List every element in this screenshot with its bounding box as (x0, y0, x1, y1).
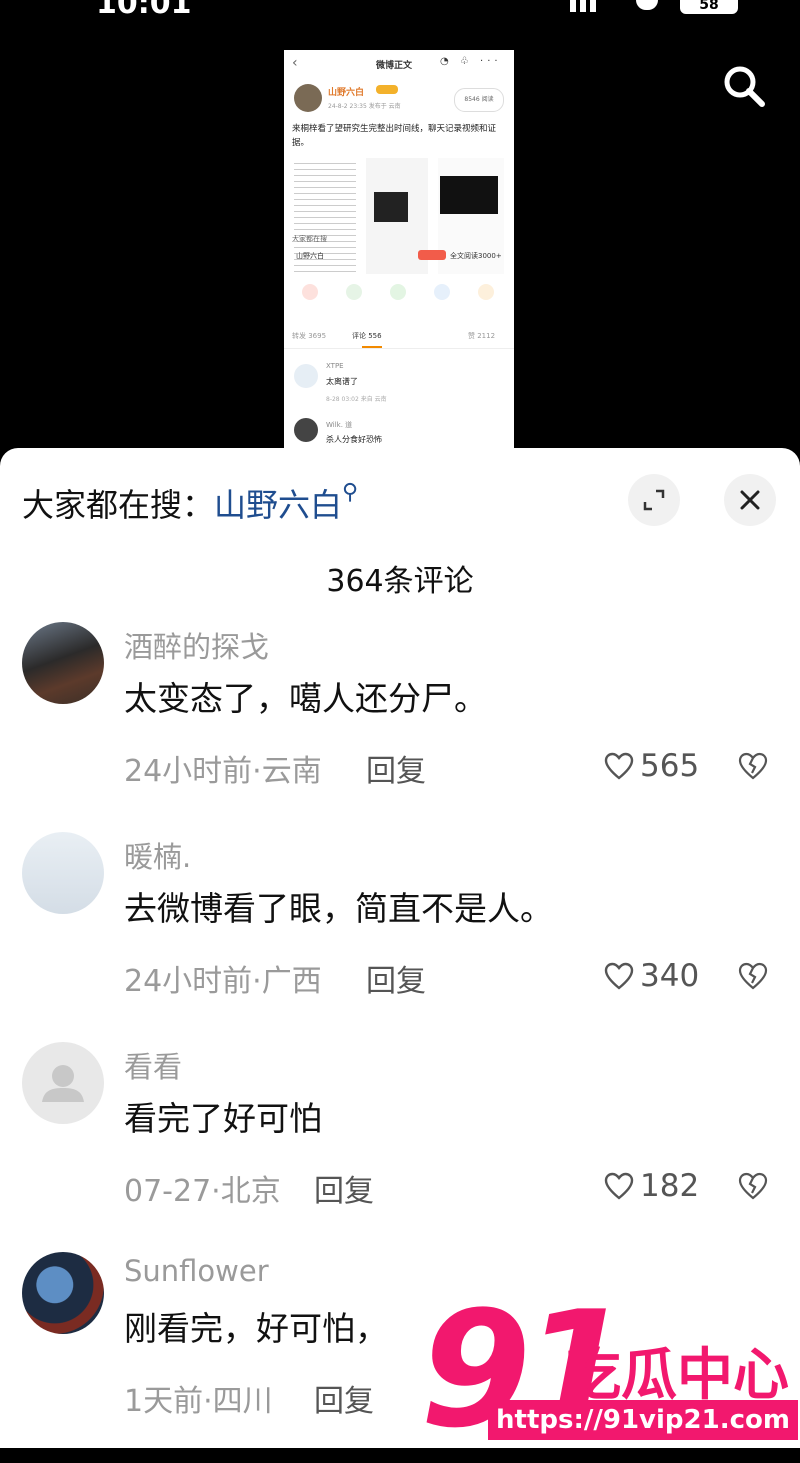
heart-icon (604, 962, 634, 990)
search-suggestion-label: 大家都在搜： (22, 486, 215, 524)
avatar[interactable] (22, 1252, 104, 1334)
embedded-search-count: 全文阅读3000+ (450, 252, 502, 260)
vip-badge (376, 85, 398, 94)
tab-repost: 转发 3695 (292, 332, 327, 340)
embedded-comment-text: 杀人分食好恐怖 (326, 435, 382, 444)
avatar[interactable] (22, 622, 104, 704)
hot-tag (418, 250, 446, 260)
reply-button[interactable]: 回复 (314, 1166, 374, 1210)
close-icon (740, 490, 760, 510)
like-count: 182 (640, 1168, 700, 1204)
video-frame-screenshot[interactable]: ‹ 微博正文 ◔ ♧ ··· 山野六白 24-8-2 23:35 发布于 云南 … (284, 50, 514, 450)
embedded-comment-name: XTPE (326, 362, 344, 370)
embedded-comment-avatar (294, 364, 318, 388)
tab-comments: 评论 556 (352, 332, 382, 340)
broken-heart-icon (738, 962, 768, 990)
reply-button[interactable]: 回复 (314, 1376, 374, 1420)
comment-count: 364条评论 (326, 564, 474, 599)
embedded-tabs: 转发 3695 评论 556 赞 2112 (284, 328, 514, 349)
embedded-header: ‹ 微博正文 ◔ ♧ ··· (284, 50, 514, 76)
embedded-username: 山野六白 (328, 88, 365, 98)
expand-icon (643, 489, 665, 511)
reply-button[interactable]: 回复 (366, 746, 426, 790)
embedded-title: 微博正文 (376, 61, 413, 71)
back-icon: ‹ (292, 55, 298, 71)
comment-item: 看看 看完了好可怕 07-27·北京 回复 182 (0, 1042, 800, 1252)
search-suggestion-keyword[interactable]: 山野六白 (214, 486, 342, 524)
comment-username[interactable]: 暖楠. (124, 834, 191, 876)
status-bar: 10:01 58 (0, 0, 800, 16)
comment-text: 看完了好可怕 (124, 1099, 322, 1138)
search-icon (724, 66, 765, 107)
embedded-read-count: 8546 阅读 (454, 88, 504, 112)
dislike-button[interactable] (738, 752, 768, 784)
comment-meta: 24小时前·云南 (124, 754, 322, 789)
dislike-button[interactable] (738, 962, 768, 994)
comment-username[interactable]: Sunflower (124, 1254, 269, 1288)
embedded-comment-text: 太离谱了 (326, 377, 358, 386)
broken-heart-icon (738, 752, 768, 780)
like-button[interactable]: 340 (604, 958, 699, 994)
more-icon: ◔ ♧ ··· (440, 56, 502, 67)
comment-text: 去微博看了眼，简直不是人。 (124, 889, 553, 928)
avatar[interactable] (22, 1042, 104, 1124)
embedded-comment-name: Wilk. 道 (326, 421, 353, 429)
like-button[interactable]: 565 (604, 748, 699, 784)
comment-text: 太变态了，噶人还分尸。 (124, 679, 487, 718)
watermark-text: 吃瓜中心 (565, 1343, 789, 1408)
search-icon: ⚲ (342, 480, 359, 505)
default-avatar-icon (42, 1065, 84, 1102)
embedded-search-hint: 大家都在搜 (292, 235, 327, 243)
embedded-share-icons (302, 284, 502, 304)
comment-item: 暖楠. 去微博看了眼，简直不是人。 24小时前·广西 回复 340 (0, 832, 800, 1042)
reply-button[interactable]: 回复 (366, 956, 426, 1000)
embedded-comment-meta: 8-28 03:02 来自 云南 (326, 396, 387, 403)
comment-sheet: 大家都在搜：山野六白⚲ 364条评论 酒醉的探戈 太变态了，噶人还分尸。 24小… (0, 448, 800, 1448)
close-button[interactable] (724, 474, 776, 526)
like-count: 340 (640, 958, 700, 994)
comment-username[interactable]: 看看 (124, 1044, 182, 1086)
tab-underline (362, 346, 382, 348)
wifi-icon (636, 0, 658, 10)
avatar[interactable] (22, 832, 104, 914)
comment-item: 酒醉的探戈 太变态了，噶人还分尸。 24小时前·云南 回复 565 (0, 622, 800, 832)
embedded-search-keyword: 山野六白 (296, 252, 324, 260)
search-suggestion[interactable]: 大家都在搜：山野六白⚲ (22, 480, 358, 526)
like-count: 565 (640, 748, 700, 784)
like-button[interactable]: 182 (604, 1168, 699, 1204)
comment-username[interactable]: 酒醉的探戈 (124, 624, 269, 666)
search-button[interactable] (718, 60, 770, 112)
embedded-avatar (294, 84, 322, 112)
expand-button[interactable] (628, 474, 680, 526)
dislike-button[interactable] (738, 1172, 768, 1204)
embedded-comment-avatar (294, 418, 318, 442)
embedded-meta: 24-8-2 23:35 发布于 云南 (328, 103, 401, 110)
signal-icon (570, 0, 610, 12)
battery-icon: 58 (680, 0, 738, 14)
heart-icon (604, 752, 634, 780)
tab-likes: 赞 2112 (468, 332, 496, 340)
comment-meta: 07-27·北京 (124, 1174, 281, 1209)
comment-meta: 1天前·四川 (124, 1384, 273, 1419)
watermark-url: https://91vip21.com (488, 1400, 798, 1440)
comment-text: 刚看完，好可怕， (124, 1309, 388, 1348)
embedded-search-row: 山野六白 全文阅读3000+ (292, 248, 506, 266)
comment-meta: 24小时前·广西 (124, 964, 322, 999)
embedded-body: 来桐梓看了望研究生完整出时间线，聊天记录视频和证据。 (292, 124, 497, 148)
status-time: 10:01 (96, 0, 192, 16)
broken-heart-icon (738, 1172, 768, 1200)
heart-icon (604, 1172, 634, 1200)
